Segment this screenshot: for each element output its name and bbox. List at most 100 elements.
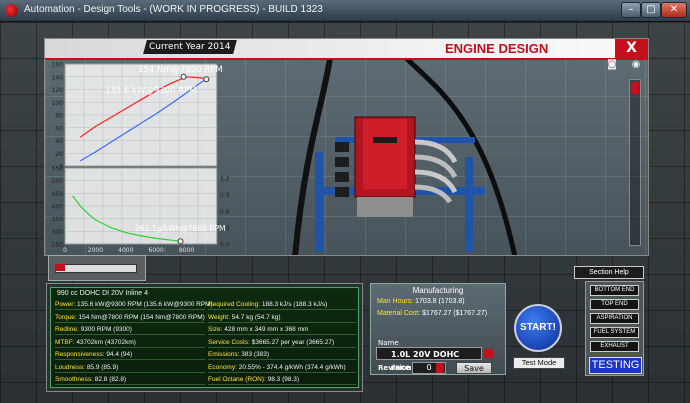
material-cost-value: $1767.27 ($1767.27) bbox=[422, 310, 488, 317]
stat-label: Smoothness: bbox=[55, 376, 95, 383]
start-button[interactable]: START! bbox=[514, 304, 562, 352]
y-tick-label: 550 bbox=[52, 166, 64, 173]
stat-row: Responsiveness: 94.4 (94) bbox=[55, 350, 205, 360]
y-tick-label: 120 bbox=[52, 87, 64, 94]
app-logo-icon bbox=[5, 4, 18, 17]
stat-row: Size: 428 mm x 349 mm x 368 mm bbox=[208, 325, 356, 335]
stat-label: Required Cooling: bbox=[208, 301, 262, 308]
stat-label: MTBF: bbox=[55, 338, 77, 346]
stat-row: Emissions: 383 (383) bbox=[208, 350, 356, 360]
zoom-slider-handle[interactable] bbox=[631, 82, 639, 94]
material-cost-label: Material Cost: bbox=[377, 310, 421, 317]
section-help-button[interactable]: Section Help bbox=[574, 266, 644, 279]
engine-stats-panel: 990 cc DOHC DI 20V Inline 4 Power: 135.6… bbox=[46, 283, 363, 392]
stat-row: Torque: 154 Nm@7800 RPM (154 Nm@7800 RPM… bbox=[55, 313, 205, 323]
stat-label: Fuel Octane (RON): bbox=[208, 376, 268, 383]
stat-row: Service Costs: $3665.27 per year (3665.2… bbox=[208, 338, 356, 348]
stat-label: Redline: bbox=[55, 326, 81, 333]
close-window-button[interactable]: ✕ bbox=[661, 2, 687, 18]
stat-label: Size: bbox=[208, 326, 225, 333]
engine-name-input[interactable]: 1.0L 20V DOHC race bbox=[376, 347, 482, 372]
clear-name-button[interactable] bbox=[484, 349, 493, 358]
stat-row: Smoothness: 82.8 (82.8) bbox=[55, 375, 205, 385]
testing-button[interactable]: TESTING bbox=[589, 357, 642, 374]
close-panel-button[interactable]: X bbox=[615, 39, 648, 58]
revision-label: Revision bbox=[378, 364, 412, 372]
engine-stand bbox=[465, 157, 473, 252]
stat-label: Power: bbox=[55, 301, 78, 308]
window-title: Automation - Design Tools - (WORK IN PRO… bbox=[24, 4, 323, 15]
nav-aspiration[interactable]: ASPIRATION bbox=[590, 313, 639, 324]
stat-value: 135.6 kW@9300 RPM (135.6 kW@9300 RPM) bbox=[77, 301, 213, 308]
y-tick-label: 500 bbox=[52, 178, 64, 185]
man-hours-value: 1703.8 (1703.8) bbox=[415, 298, 465, 305]
man-hours-row: Man Hours: 1703.8 (1703.8) bbox=[377, 298, 465, 305]
intake-trumpet bbox=[335, 172, 349, 182]
stat-row: Power: 135.6 kW@9300 RPM (135.6 kW@9300 … bbox=[55, 300, 213, 310]
panel-header: Current Year 2014 ENGINE DESIGN X bbox=[45, 39, 648, 60]
y-tick-label: 160 bbox=[52, 62, 64, 69]
y-tick-label: 40 bbox=[55, 138, 63, 145]
x-tick-label: 4000 bbox=[118, 247, 133, 254]
y-tick-label: 100 bbox=[52, 100, 64, 107]
stat-value: 20.55% - 374.4 g/kWh (374.4 g/kWh) bbox=[238, 363, 346, 371]
minimize-button[interactable]: – bbox=[621, 2, 641, 18]
current-year-label: Current Year 2014 bbox=[149, 42, 231, 52]
stat-value: 428 mm x 349 mm x 368 mm bbox=[224, 326, 309, 333]
stat-value: 82.8 (82.8) bbox=[94, 376, 127, 383]
stat-value: 383 (383) bbox=[241, 351, 270, 358]
cable bbox=[292, 57, 333, 255]
stat-label: Service Costs: bbox=[208, 338, 252, 346]
y2-tick-label: 0.9 bbox=[220, 192, 230, 199]
y2-tick-label: 0.6 bbox=[220, 209, 230, 216]
peak-marker bbox=[180, 73, 187, 80]
y-tick-label: 140 bbox=[52, 74, 64, 81]
view-slider-handle[interactable] bbox=[55, 264, 65, 271]
stat-label: Weight: bbox=[208, 313, 232, 321]
performance-charts: 160 140 120 100 80 60 40 20 0 154 Nm@7800 RPM 135.… bbox=[52, 62, 230, 255]
engine-sump bbox=[357, 197, 413, 217]
valve-cover bbox=[363, 119, 407, 189]
stat-value: 54.7 kg (54.7 kg) bbox=[231, 313, 281, 321]
intake-trumpet bbox=[335, 157, 349, 167]
y-tick-label: 60 bbox=[55, 125, 63, 132]
view-slider-track[interactable] bbox=[55, 264, 137, 273]
stat-row: Fuel Octane (RON): 98.3 (98.3) bbox=[208, 375, 356, 385]
save-button[interactable]: Save bbox=[456, 362, 492, 374]
revision-increment-button[interactable] bbox=[436, 363, 444, 373]
stat-value: 43702km (43702km) bbox=[76, 338, 136, 346]
valve-cover-logo bbox=[373, 137, 397, 143]
stat-value: 98.3 (98.3) bbox=[267, 376, 300, 383]
stat-row: Economy: 20.55% - 374.4 g/kWh (374.4 g/k… bbox=[208, 363, 356, 373]
y-tick-label: 80 bbox=[55, 113, 63, 120]
x-tick-label: 6000 bbox=[149, 247, 164, 254]
window-titlebar: Automation - Design Tools - (WORK IN PRO… bbox=[0, 0, 690, 22]
engine-description: 990 cc DOHC DI 20V Inline 4 bbox=[57, 290, 149, 297]
y-tick-label: 450 bbox=[52, 191, 64, 198]
x-tick-label: 8000 bbox=[179, 247, 194, 254]
stat-label: Emissions: bbox=[208, 351, 242, 358]
stat-label: Responsiveness: bbox=[55, 351, 107, 358]
camera-icon[interactable]: ◙ bbox=[605, 60, 619, 70]
test-mode-button[interactable]: Test Mode bbox=[513, 357, 565, 369]
eye-icon[interactable]: ◉ bbox=[629, 60, 643, 70]
stat-value: 85.9 (85.9) bbox=[86, 363, 119, 371]
man-hours-label: Man Hours: bbox=[377, 298, 414, 305]
torque-annotation: 154 Nm@7800 RPM bbox=[138, 65, 223, 75]
nav-fuel-system[interactable]: FUEL SYSTEM bbox=[590, 327, 639, 338]
page-title: ENGINE DESIGN bbox=[445, 41, 549, 56]
y2-tick-label: 0.0 bbox=[220, 242, 230, 249]
y-tick-label: 300 bbox=[52, 229, 64, 236]
stat-value: 188.3 kJ/s (188.3 kJ/s) bbox=[261, 301, 328, 308]
x-tick-label: 0 bbox=[63, 247, 67, 254]
engine-stats-table: 990 cc DOHC DI 20V Inline 4 Power: 135.6… bbox=[50, 287, 359, 388]
zoom-slider[interactable] bbox=[629, 79, 641, 246]
y-tick-label: 400 bbox=[52, 204, 64, 211]
nav-top-end[interactable]: TOP END bbox=[590, 299, 639, 310]
y-tick-label: 350 bbox=[52, 216, 64, 223]
stat-value: $3665.27 per year (3665.27) bbox=[251, 338, 335, 346]
y-tick-label: 250 bbox=[52, 242, 64, 249]
maximize-button[interactable]: □ bbox=[641, 2, 661, 18]
nav-bottom-end[interactable]: BOTTOM END bbox=[590, 285, 639, 296]
nav-exhaust[interactable]: EXHAUST bbox=[590, 341, 639, 352]
